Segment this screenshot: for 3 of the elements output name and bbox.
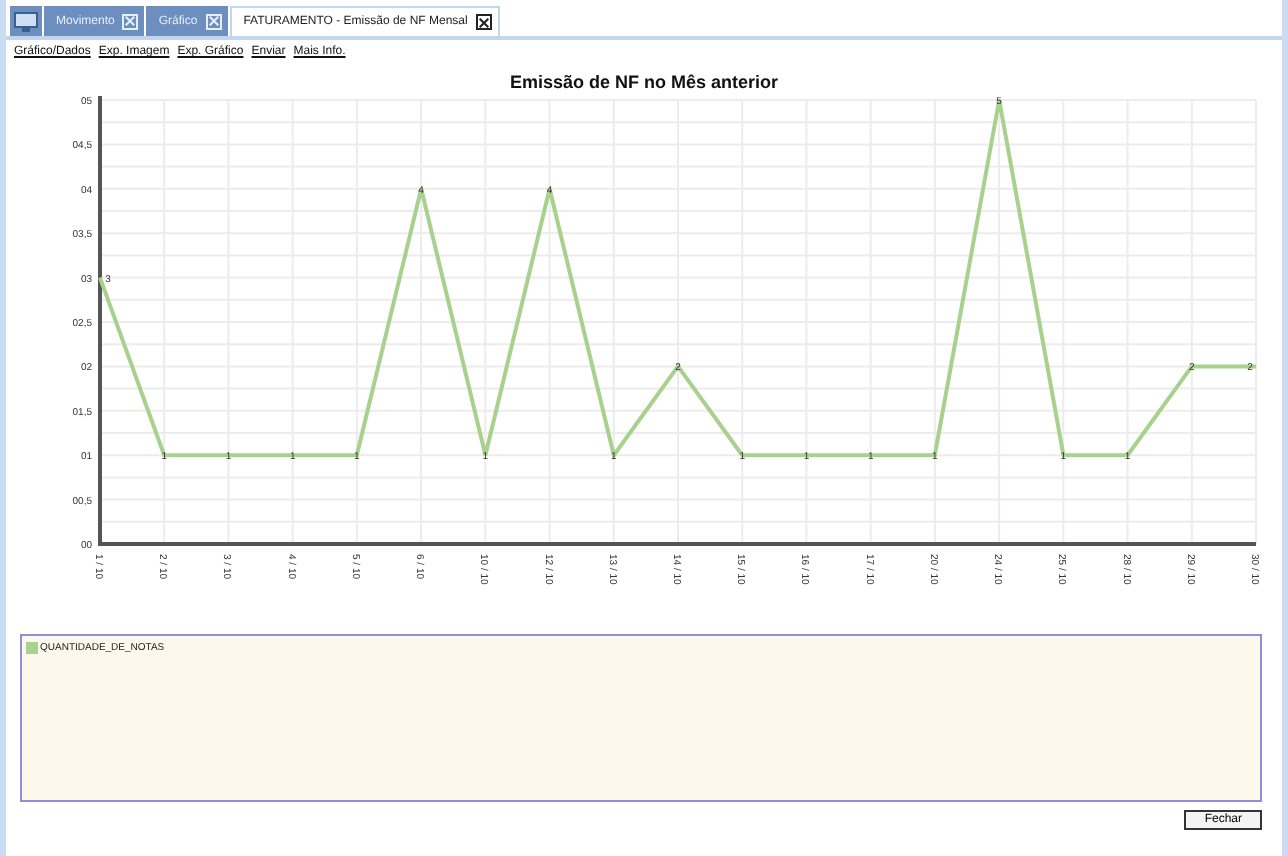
app-tab-icon[interactable]: [10, 6, 42, 36]
close-icon[interactable]: [475, 14, 492, 30]
chart-title: Emissão de NF no Mês anterior: [507, 72, 781, 92]
